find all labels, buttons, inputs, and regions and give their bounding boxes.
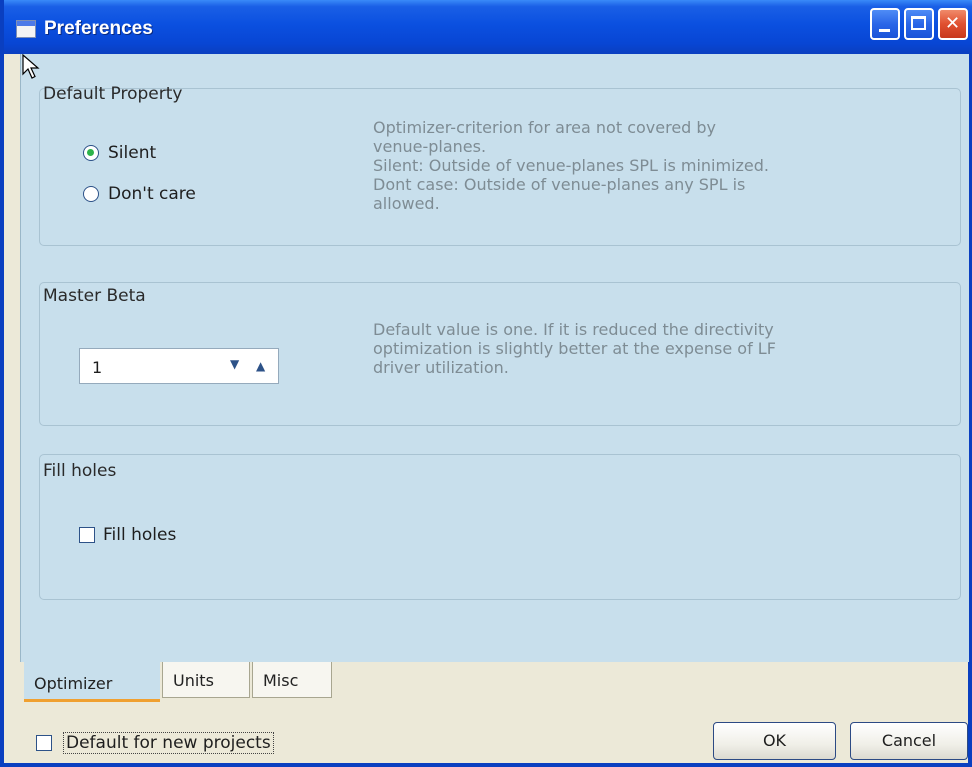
description-line: Default value is one. If it is reduced t… <box>373 320 774 339</box>
default-property-title: Default Property <box>43 84 183 104</box>
spin-down-icon[interactable]: ▼ <box>230 357 239 371</box>
checkbox-unchecked-icon[interactable] <box>79 527 95 543</box>
radio-selected-icon[interactable] <box>83 145 99 161</box>
tab-units[interactable]: Units <box>162 662 250 698</box>
master-beta-spinner[interactable]: 1 ▼ ▲ <box>79 348 279 384</box>
description-line: driver utilization. <box>373 358 509 377</box>
fill-holes-group <box>39 454 961 600</box>
radio-silent-label: Silent <box>108 143 157 163</box>
minimize-button[interactable] <box>870 8 900 40</box>
description-line: venue-planes. <box>373 137 487 156</box>
fill-holes-label: Fill holes <box>103 525 177 545</box>
radio-unselected-icon[interactable] <box>83 186 99 202</box>
optimizer-tab-panel: Default Property Silent Don't care Optim… <box>20 54 969 662</box>
maximize-button[interactable] <box>904 8 934 40</box>
master-beta-description: Default value is one. If it is reduced t… <box>373 320 933 377</box>
cancel-button[interactable]: Cancel <box>850 722 968 760</box>
close-button[interactable]: ✕ <box>938 8 968 40</box>
checkbox-unchecked-icon[interactable] <box>36 735 52 751</box>
maximize-icon <box>911 16 926 30</box>
fill-holes-title: Fill holes <box>43 461 117 481</box>
master-beta-value[interactable]: 1 <box>92 358 102 377</box>
default-for-new-projects-label: Default for new projects <box>63 732 274 754</box>
description-line: Silent: Outside of venue-planes SPL is m… <box>373 156 769 175</box>
close-icon: ✕ <box>945 13 961 34</box>
default-property-description: Optimizer-criterion for area not covered… <box>373 118 933 213</box>
description-line: allowed. <box>373 194 440 213</box>
description-line: Optimizer-criterion for area not covered… <box>373 118 717 137</box>
fill-holes-checkbox[interactable]: Fill holes <box>79 525 176 545</box>
radio-dont-care-label: Don't care <box>108 184 196 204</box>
master-beta-title: Master Beta <box>43 286 146 306</box>
ok-button[interactable]: OK <box>713 722 836 760</box>
tab-optimizer[interactable]: Optimizer <box>24 662 160 702</box>
spin-up-icon[interactable]: ▲ <box>256 359 265 373</box>
preferences-window: Preferences ✕ Default Property Silent Do… <box>0 0 972 767</box>
radio-dont-care[interactable]: Don't care <box>83 184 196 204</box>
mouse-pointer-icon <box>22 54 40 79</box>
title-bar[interactable]: Preferences ✕ <box>4 0 972 54</box>
minimize-icon <box>879 29 890 32</box>
window-title: Preferences <box>44 18 153 39</box>
app-icon <box>16 20 36 38</box>
radio-silent[interactable]: Silent <box>83 143 156 163</box>
default-for-new-projects-checkbox[interactable]: Default for new projects <box>36 732 274 754</box>
tab-misc[interactable]: Misc <box>252 662 332 698</box>
description-line: Dont case: Outside of venue-planes any S… <box>373 175 746 194</box>
description-line: optimization is slightly better at the e… <box>373 339 776 358</box>
